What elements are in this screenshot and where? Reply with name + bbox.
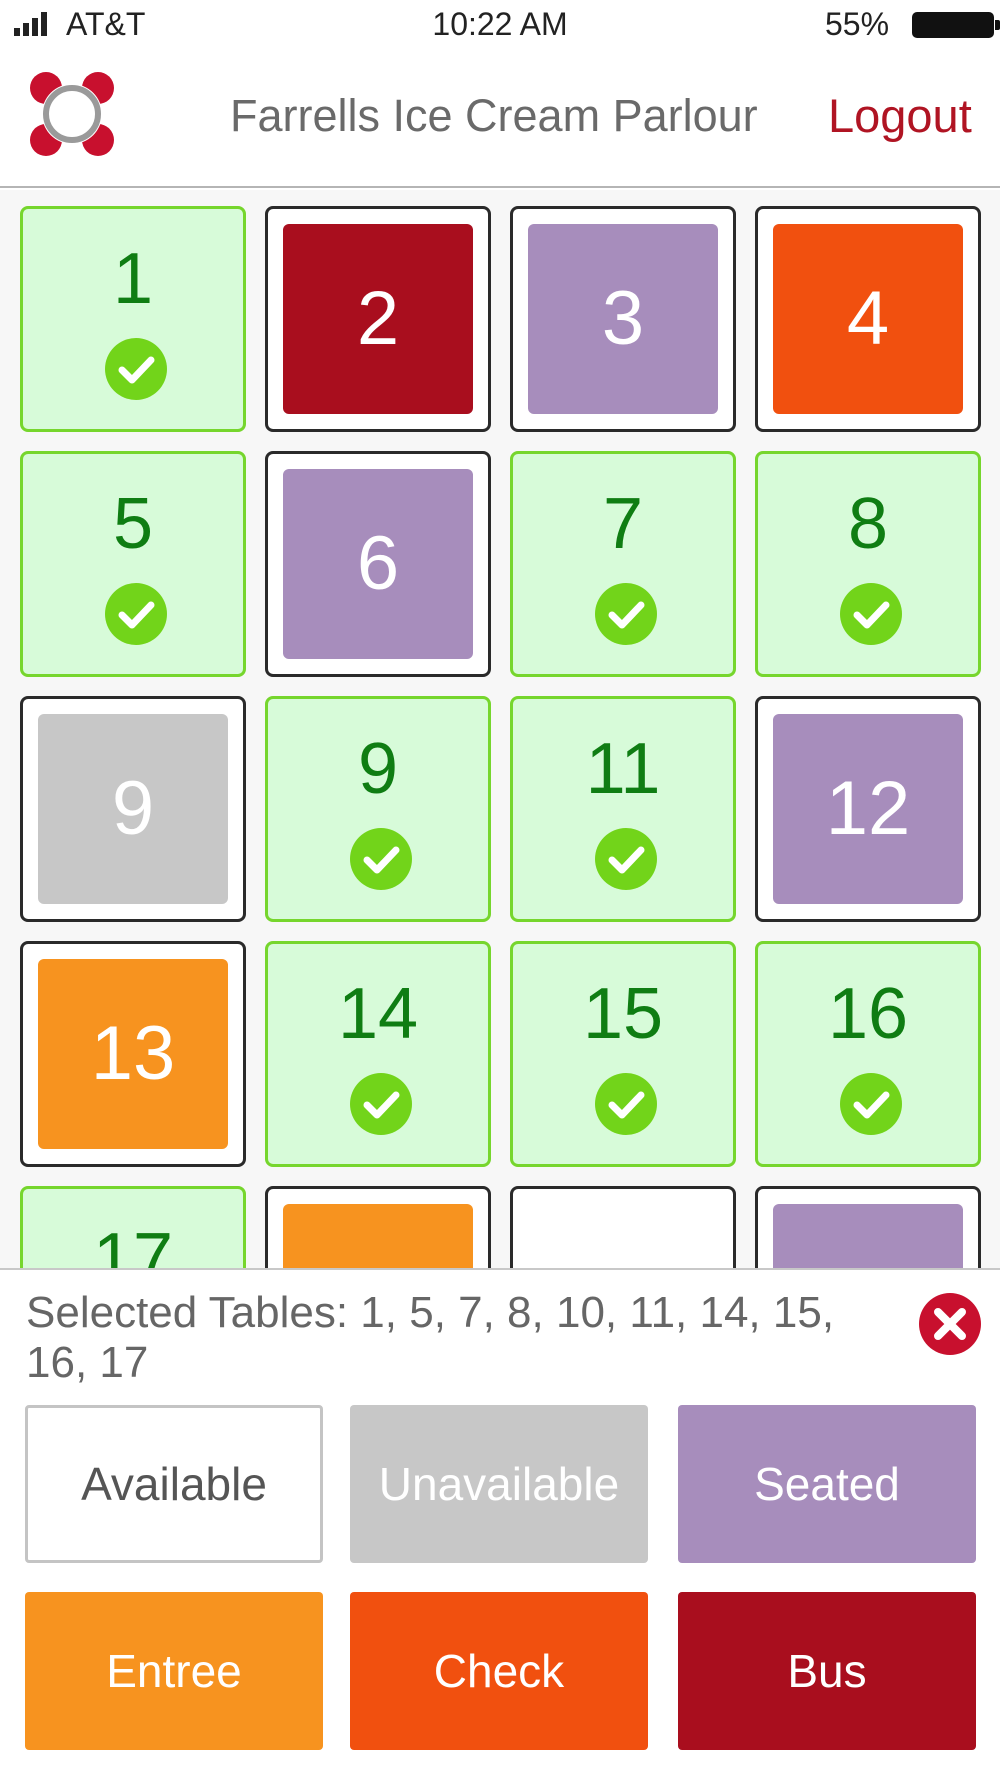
table-number: 9 bbox=[111, 766, 155, 851]
checkmark-icon bbox=[840, 1073, 902, 1135]
status-button-check[interactable]: Check bbox=[350, 1592, 648, 1750]
table-status-swatch bbox=[773, 1204, 963, 1268]
table-tile[interactable]: 9 bbox=[265, 696, 491, 922]
table-status-swatch: 13 bbox=[38, 959, 228, 1149]
table-tile[interactable]: 9 bbox=[20, 696, 246, 922]
restaurant-name: Farrells Ice Cream Parlour bbox=[230, 90, 758, 141]
status-button-entree[interactable]: Entree bbox=[25, 1592, 323, 1750]
table-number: 16 bbox=[827, 974, 909, 1054]
checkmark-icon bbox=[105, 583, 167, 645]
table-tile[interactable]: 15 bbox=[510, 941, 736, 1167]
table-number: 14 bbox=[337, 974, 419, 1054]
table-tile[interactable] bbox=[755, 1186, 981, 1268]
status-bar: AT&T 10:22 AM 55% bbox=[0, 0, 1000, 50]
table-tile[interactable]: 6 bbox=[265, 451, 491, 677]
table-number: 15 bbox=[582, 974, 664, 1054]
table-tile[interactable] bbox=[510, 1186, 736, 1268]
checkmark-icon bbox=[350, 828, 412, 890]
table-number: 17 bbox=[92, 1219, 174, 1268]
table-tile[interactable]: 4 bbox=[755, 206, 981, 432]
table-tile[interactable]: 14 bbox=[265, 941, 491, 1167]
table-number: 5 bbox=[112, 484, 154, 564]
table-status-swatch: 9 bbox=[38, 714, 228, 904]
table-number: 2 bbox=[356, 276, 400, 361]
table-status-swatch: 4 bbox=[773, 224, 963, 414]
status-button-available[interactable]: Available bbox=[25, 1405, 323, 1563]
table-tile[interactable]: 1 bbox=[20, 206, 246, 432]
table-tile[interactable] bbox=[265, 1186, 491, 1268]
table-number: 12 bbox=[825, 766, 911, 851]
status-button-unavailable[interactable]: Unavailable bbox=[350, 1405, 648, 1563]
clear-selection-icon[interactable] bbox=[918, 1292, 982, 1356]
table-number: 1 bbox=[112, 239, 154, 319]
table-tile[interactable]: 17 bbox=[20, 1186, 246, 1268]
app-logo-icon bbox=[30, 72, 114, 156]
status-button-seated[interactable]: Seated bbox=[678, 1405, 976, 1563]
checkmark-icon bbox=[105, 338, 167, 400]
battery-icon bbox=[912, 12, 1000, 38]
battery-percentage: 55% bbox=[825, 6, 890, 42]
selected-tables-summary: Selected Tables: 1, 5, 7, 8, 10, 11, 14,… bbox=[26, 1288, 835, 1387]
table-status-swatch: 2 bbox=[283, 224, 473, 414]
logout-button[interactable]: Logout bbox=[828, 88, 972, 143]
action-panel: Selected Tables: 1, 5, 7, 8, 10, 11, 14,… bbox=[0, 1268, 1000, 1775]
checkmark-icon bbox=[840, 583, 902, 645]
table-tile[interactable]: 16 bbox=[755, 941, 981, 1167]
table-status-swatch: 12 bbox=[773, 714, 963, 904]
table-number: 8 bbox=[847, 484, 889, 564]
checkmark-icon bbox=[350, 1073, 412, 1135]
table-number: 3 bbox=[601, 276, 645, 361]
app-header: Farrells Ice Cream Parlour Logout bbox=[0, 50, 1000, 188]
table-tile[interactable]: 12 bbox=[755, 696, 981, 922]
table-number: 4 bbox=[846, 276, 890, 361]
table-tile[interactable]: 2 bbox=[265, 206, 491, 432]
table-number: 13 bbox=[90, 1011, 176, 1096]
table-tile[interactable]: 3 bbox=[510, 206, 736, 432]
table-number: 7 bbox=[602, 484, 644, 564]
status-button-bus[interactable]: Bus bbox=[678, 1592, 976, 1750]
tables-grid: 1 2 3 4 5 6 7 8 9 9 11 12 13 14 15 16 17 bbox=[0, 190, 1000, 1268]
table-status-swatch: 6 bbox=[283, 469, 473, 659]
table-number: 9 bbox=[357, 729, 399, 809]
table-tile[interactable]: 13 bbox=[20, 941, 246, 1167]
table-number: 11 bbox=[585, 729, 661, 809]
table-tile[interactable]: 11 bbox=[510, 696, 736, 922]
table-number: 6 bbox=[356, 521, 400, 606]
table-tile[interactable]: 8 bbox=[755, 451, 981, 677]
checkmark-icon bbox=[595, 1073, 657, 1135]
table-status-swatch bbox=[283, 1204, 473, 1268]
checkmark-icon bbox=[595, 583, 657, 645]
checkmark-icon bbox=[595, 828, 657, 890]
table-tile[interactable]: 7 bbox=[510, 451, 736, 677]
table-tile[interactable]: 5 bbox=[20, 451, 246, 677]
table-status-swatch: 3 bbox=[528, 224, 718, 414]
